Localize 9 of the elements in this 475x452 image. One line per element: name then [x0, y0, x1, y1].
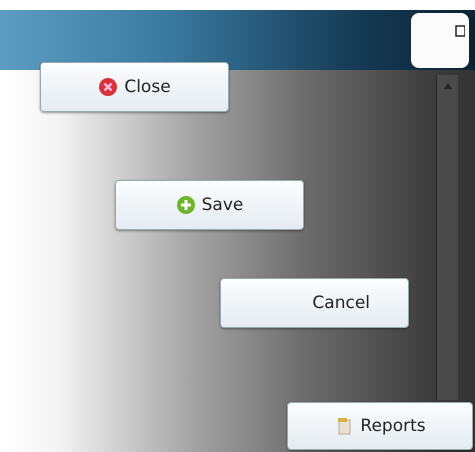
window-button[interactable]	[411, 13, 469, 68]
cancel-button[interactable]: Cancel	[220, 278, 409, 328]
scroll-up-icon[interactable]	[444, 83, 452, 89]
scrollbar[interactable]	[436, 75, 458, 400]
close-button[interactable]: Close	[40, 62, 229, 112]
close-icon	[98, 77, 118, 97]
reports-button[interactable]: Reports	[287, 402, 473, 450]
plus-icon	[176, 195, 196, 215]
save-button[interactable]: Save	[115, 180, 304, 230]
